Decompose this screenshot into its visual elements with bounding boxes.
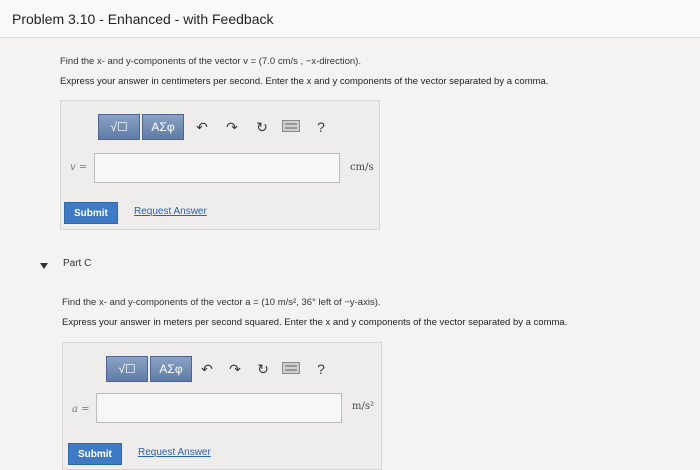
greek-symbols-button[interactable]: ΑΣφ [150, 356, 192, 382]
part-c-answer-input[interactable] [96, 393, 342, 423]
part-b-answer-input[interactable] [94, 153, 340, 183]
redo-icon[interactable]: ↷ [226, 360, 244, 378]
part-c-unit: m/s² [352, 401, 374, 412]
problem-title: Problem 3.10 - Enhanced - with Feedback [12, 11, 274, 27]
help-icon[interactable]: ? [312, 360, 330, 378]
undo-icon[interactable]: ↶ [193, 118, 211, 136]
redo-icon[interactable]: ↷ [223, 118, 241, 136]
templates-button[interactable]: √☐ [106, 356, 148, 382]
part-b-unit: cm/s [350, 162, 374, 173]
keyboard-icon[interactable] [282, 118, 300, 136]
keyboard-icon[interactable] [282, 360, 300, 378]
part-c-title[interactable]: Part C [63, 258, 91, 269]
greek-label: ΑΣφ [159, 362, 183, 376]
part-c-answer-label: a = [72, 404, 90, 415]
submit-label: Submit [74, 207, 108, 219]
submit-label: Submit [78, 448, 112, 460]
part-b-instruction: Express your answer in centimeters per s… [60, 76, 549, 87]
reset-icon[interactable]: ↻ [253, 118, 271, 136]
reset-icon[interactable]: ↻ [254, 360, 272, 378]
help-label: ? [317, 361, 325, 377]
part-b-answer-label: v = [70, 162, 88, 173]
part-b-submit-button[interactable]: Submit [64, 202, 118, 224]
part-b-prompt: Find the x- and y-components of the vect… [60, 56, 361, 67]
greek-symbols-button[interactable]: ΑΣφ [142, 114, 184, 140]
caret-down-icon[interactable] [40, 263, 48, 269]
help-icon[interactable]: ? [312, 118, 330, 136]
templates-label: √☐ [118, 362, 136, 376]
undo-icon[interactable]: ↶ [198, 360, 216, 378]
templates-button[interactable]: √☐ [98, 114, 140, 140]
help-label: ? [317, 119, 325, 135]
problem-panel: Find the x- and y-components of the vect… [0, 38, 700, 470]
part-c-math-toolbar: √☐ ΑΣφ ↶ ↷ ↻ ? [106, 356, 346, 382]
part-b-request-answer-link[interactable]: Request Answer [134, 206, 207, 217]
templates-label: √☐ [110, 120, 128, 134]
part-c-request-answer-link[interactable]: Request Answer [138, 447, 211, 458]
problem-header: Problem 3.10 - Enhanced - with Feedback [0, 0, 700, 38]
part-c-submit-button[interactable]: Submit [68, 443, 122, 465]
part-c-instruction: Express your answer in meters per second… [62, 317, 568, 328]
part-b-math-toolbar: √☐ ΑΣφ ↶ ↷ ↻ ? [98, 114, 338, 140]
part-c-prompt: Find the x- and y-components of the vect… [62, 297, 381, 308]
greek-label: ΑΣφ [151, 120, 175, 134]
